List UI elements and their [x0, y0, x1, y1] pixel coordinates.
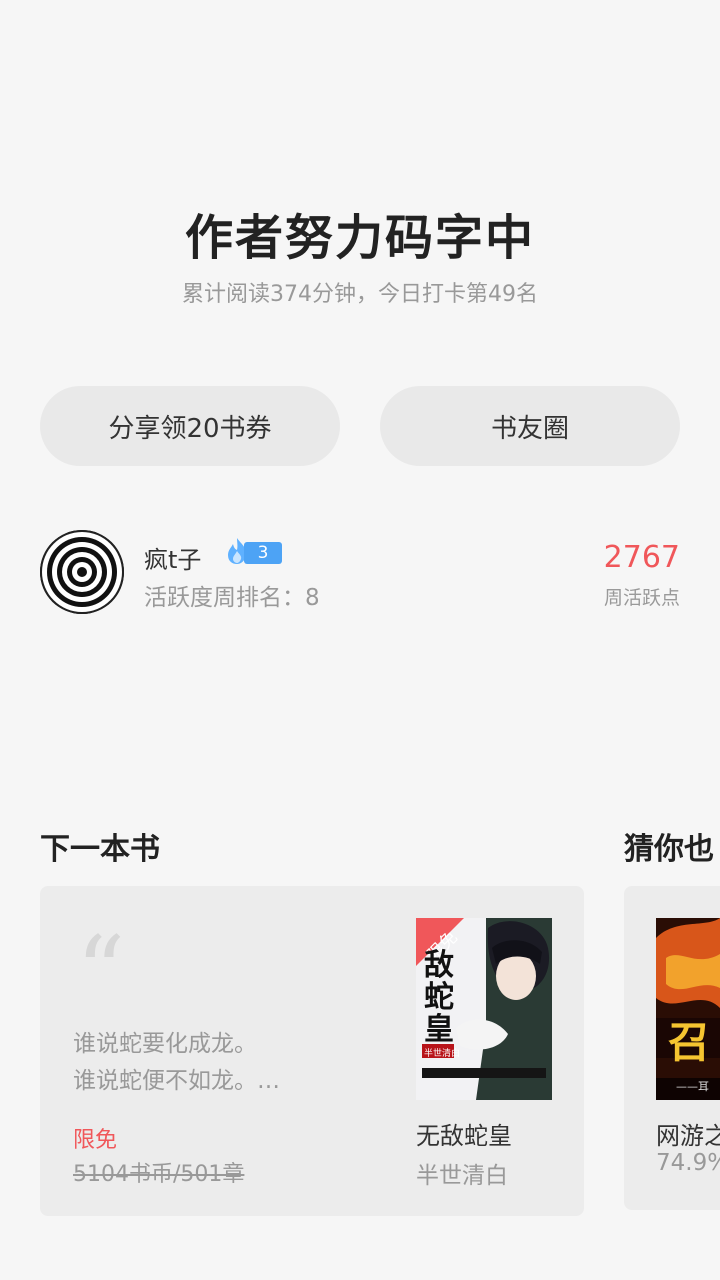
excerpt-line: 谁说蛇便不如龙。… [73, 1068, 280, 1094]
activity-points: 2767 [603, 540, 680, 575]
book-author: 半世清白 [416, 1163, 508, 1189]
next-book-card[interactable]: “ 谁说蛇要化成龙。 谁说蛇便不如龙。… 限免 5104书币/501章 限免 敌… [40, 886, 584, 1216]
quote-icon: “ [76, 916, 126, 1028]
cover-title: 敌蛇皇 [424, 948, 454, 1047]
book-cover[interactable]: 限免 敌蛇皇 半世清白 [416, 918, 552, 1100]
cover-author: 半世清白 [424, 1049, 461, 1059]
next-book-heading: 下一本书 [40, 832, 160, 867]
book-excerpt: 谁说蛇要化成龙。 谁说蛇便不如龙。… [73, 1026, 280, 1100]
level-number: 3 [244, 542, 282, 564]
excerpt-line: 谁说蛇要化成龙。 [73, 1031, 257, 1057]
guess-cover-text: 召 [668, 1018, 711, 1067]
avatar[interactable] [40, 530, 124, 614]
guess-book-card[interactable]: 召 ——耳 网游之 74.9% [624, 886, 720, 1210]
guess-book-cover[interactable]: 召 ——耳 [656, 918, 720, 1100]
guess-book-stat: 74.9% [656, 1150, 720, 1176]
book-title[interactable]: 无敌蛇皇 [416, 1116, 512, 1151]
username[interactable]: 疯t子 [144, 540, 201, 575]
share-coupon-button[interactable]: 分享领20书券 [40, 386, 340, 466]
reading-stats: 累计阅读374分钟，今日打卡第49名 [182, 282, 538, 307]
activity-points-label: 周活跃点 [603, 587, 680, 609]
original-price: 5104书币/501章 [73, 1162, 245, 1187]
weekly-rank: 活跃度周排名：8 [144, 585, 320, 611]
level-badge: 3 [224, 538, 282, 566]
page-title: 作者努力码字中 [184, 210, 535, 266]
free-label: 限免 [73, 1128, 118, 1153]
guess-cover-sub: ——耳 [676, 1080, 709, 1093]
book-circle-button[interactable]: 书友圈 [380, 386, 680, 466]
guess-book-title[interactable]: 网游之 [656, 1116, 720, 1151]
guess-heading: 猜你也 [624, 832, 714, 867]
